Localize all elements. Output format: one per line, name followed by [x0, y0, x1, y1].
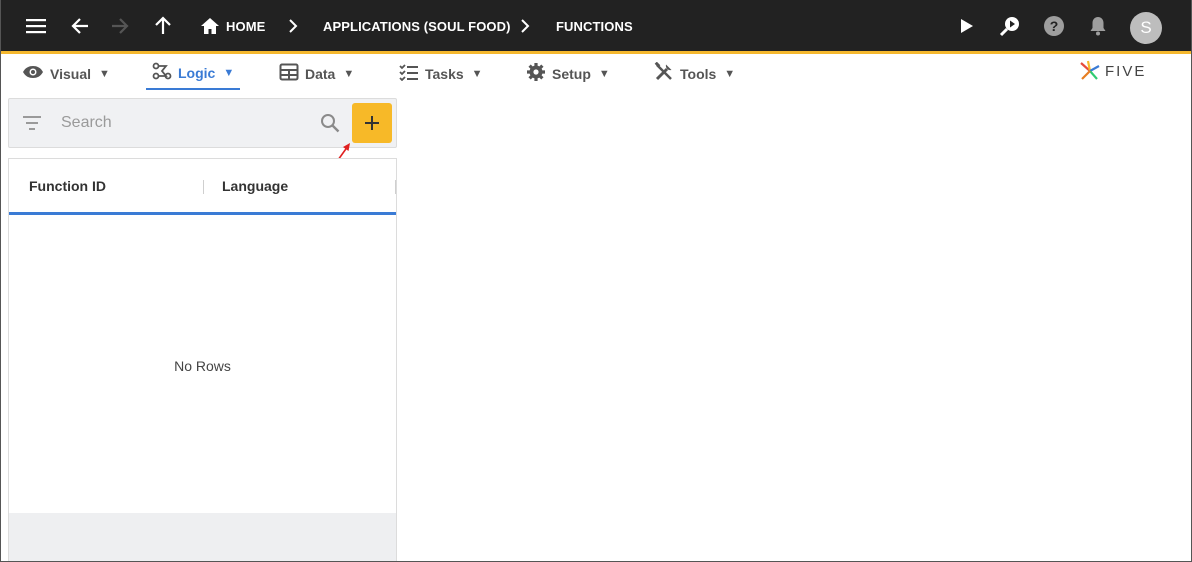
up-arrow-icon[interactable] [151, 14, 175, 38]
menu-setup[interactable]: Setup ▼ [526, 57, 610, 90]
gear-icon [526, 62, 546, 85]
search-input[interactable] [61, 109, 311, 137]
caret-down-icon: ▼ [99, 67, 110, 80]
menu-visual[interactable]: Visual ▼ [22, 57, 110, 90]
menu-bar: Visual ▼ Logic ▼ Data ▼ Tasks ▼ Setup ▼ … [0, 57, 1192, 91]
help-icon[interactable]: ? [1042, 14, 1066, 38]
menu-tools[interactable]: Tools ▼ [654, 57, 735, 90]
menu-icon[interactable] [24, 14, 48, 38]
empty-message: No Rows [174, 358, 231, 374]
menu-data[interactable]: Data ▼ [279, 57, 354, 90]
menu-visual-label: Visual [50, 65, 91, 82]
filter-icon[interactable] [22, 115, 42, 136]
chevron-right-icon [513, 14, 537, 38]
menu-tasks-label: Tasks [425, 65, 464, 82]
menu-tasks[interactable]: Tasks ▼ [399, 57, 483, 90]
home-icon[interactable] [198, 14, 222, 38]
caret-down-icon: ▼ [724, 67, 736, 80]
menu-logic-label: Logic [178, 64, 216, 81]
menu-logic[interactable]: Logic ▼ [146, 57, 241, 90]
bell-icon[interactable] [1086, 14, 1110, 38]
column-header-language[interactable]: Language [222, 178, 288, 194]
caret-down-icon: ▼ [223, 66, 235, 79]
menu-data-label: Data [305, 65, 336, 82]
play-icon[interactable] [955, 14, 979, 38]
caret-down-icon: ▼ [598, 67, 610, 80]
five-logo-mark-icon [1080, 60, 1100, 80]
search-run-icon[interactable] [998, 14, 1022, 38]
logic-flow-icon [152, 62, 172, 83]
breadcrumb-home[interactable]: HOME [226, 19, 265, 34]
eye-icon [22, 65, 44, 82]
logo-text: FIVE [1105, 62, 1147, 80]
avatar[interactable]: S [1130, 12, 1162, 44]
five-logo: FIVE [1079, 59, 1146, 83]
caret-down-icon: ▼ [471, 67, 483, 80]
plus-icon [365, 116, 379, 130]
svg-text:?: ? [1050, 18, 1059, 34]
column-separator[interactable] [395, 180, 396, 194]
checklist-icon [399, 63, 419, 84]
breadcrumb-applications[interactable]: APPLICATIONS (SOUL FOOD) [323, 19, 511, 34]
grid-footer [9, 513, 396, 562]
caret-down-icon: ▼ [343, 67, 355, 80]
forward-arrow-icon[interactable] [108, 14, 132, 38]
table-icon [279, 63, 299, 84]
grid-header: Function ID Language [9, 159, 396, 215]
add-button[interactable] [352, 103, 392, 143]
menu-setup-label: Setup [552, 65, 591, 82]
top-app-bar: HOME APPLICATIONS (SOUL FOOD) FUNCTIONS … [0, 0, 1192, 54]
tools-icon [654, 61, 674, 85]
column-separator[interactable] [203, 180, 204, 194]
functions-grid: Function ID Language No Rows [8, 158, 397, 562]
back-arrow-icon[interactable] [68, 14, 92, 38]
search-icon[interactable] [320, 113, 340, 138]
column-header-function-id[interactable]: Function ID [29, 178, 106, 194]
chevron-right-icon [281, 14, 305, 38]
breadcrumb-functions[interactable]: FUNCTIONS [556, 19, 633, 34]
menu-tools-label: Tools [680, 65, 717, 82]
